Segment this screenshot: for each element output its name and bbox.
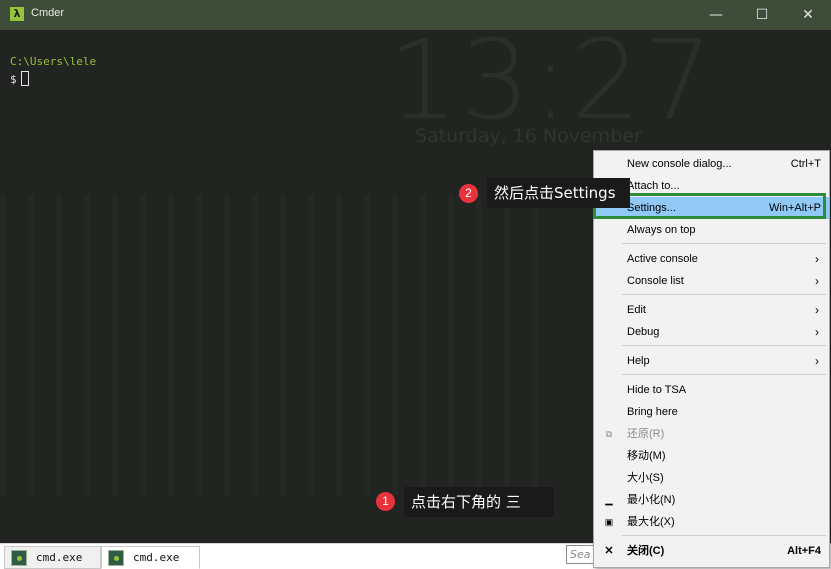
menu-item-minimize[interactable]: ▁ 最小化(N) — [594, 489, 829, 511]
close-icon: ✕ — [604, 545, 614, 557]
maximize-button[interactable]: ☐ — [739, 0, 785, 30]
tab-cmd-1[interactable]: cmd.exe — [4, 546, 101, 569]
chevron-right-icon: › — [815, 325, 819, 339]
menu-item-new-console[interactable]: New console dialog... Ctrl+T — [594, 153, 829, 175]
menu-item-maximize[interactable]: ▣ 最大化(X) — [594, 511, 829, 533]
console-prompt[interactable]: $ — [10, 71, 29, 86]
chevron-right-icon: › — [815, 274, 819, 288]
tab-cmd-2[interactable]: cmd.exe — [101, 546, 200, 569]
prompt-symbol: $ — [10, 73, 17, 86]
background-wallpaper — [0, 195, 560, 495]
title-bar[interactable]: λ Cmder — ☐ ✕ — [0, 0, 831, 30]
step-badge-2: 2 — [459, 184, 478, 203]
chevron-right-icon: › — [815, 354, 819, 368]
menu-separator — [622, 374, 826, 375]
menu-item-move[interactable]: 移动(M) — [594, 445, 829, 467]
cmd-icon — [108, 549, 124, 566]
minimize-icon: ▁ — [605, 495, 613, 505]
text-cursor — [20, 71, 29, 86]
chevron-right-icon: › — [815, 303, 819, 317]
menu-item-size[interactable]: 大小(S) — [594, 467, 829, 489]
menu-item-hide-to-tsa[interactable]: Hide to TSA — [594, 379, 829, 401]
menu-separator — [622, 535, 826, 536]
menu-item-console-list[interactable]: Console list › — [594, 270, 829, 292]
lambda-icon: λ — [10, 7, 24, 21]
minimize-button[interactable]: — — [693, 0, 739, 30]
menu-separator — [622, 243, 826, 244]
menu-separator — [622, 345, 826, 346]
close-button[interactable]: ✕ — [785, 0, 831, 30]
menu-item-always-on-top[interactable]: Always on top — [594, 219, 829, 241]
window-title: Cmder — [31, 7, 65, 19]
maximize-icon: ▣ — [604, 517, 614, 527]
menu-separator — [622, 294, 826, 295]
menu-item-active-console[interactable]: Active console › — [594, 248, 829, 270]
menu-item-edit[interactable]: Edit › — [594, 299, 829, 321]
menu-item-bring-here[interactable]: Bring here — [594, 401, 829, 423]
console-path: C:\Users\lele — [10, 55, 97, 68]
menu-item-restore: ⧉ 还原(R) — [594, 423, 829, 445]
step-badge-1: 1 — [376, 492, 395, 511]
tab-label: cmd.exe — [133, 551, 180, 564]
cmd-icon — [11, 549, 27, 566]
annotation-callout-2: 然后点击Settings — [487, 178, 630, 208]
menu-item-debug[interactable]: Debug › — [594, 321, 829, 343]
background-date: Saturday, 16 November — [415, 125, 642, 147]
cmder-window: λ Cmder — ☐ ✕ 13:27 Saturday, 16 Novembe… — [0, 0, 831, 569]
menu-item-help[interactable]: Help › — [594, 350, 829, 372]
tab-label: cmd.exe — [36, 551, 83, 564]
annotation-callout-1: 点击右下角的 三 — [404, 487, 554, 517]
chevron-right-icon: › — [815, 252, 819, 266]
restore-icon: ⧉ — [605, 429, 613, 439]
menu-item-close[interactable]: ✕ 关闭(C) Alt+F4 — [594, 540, 829, 562]
